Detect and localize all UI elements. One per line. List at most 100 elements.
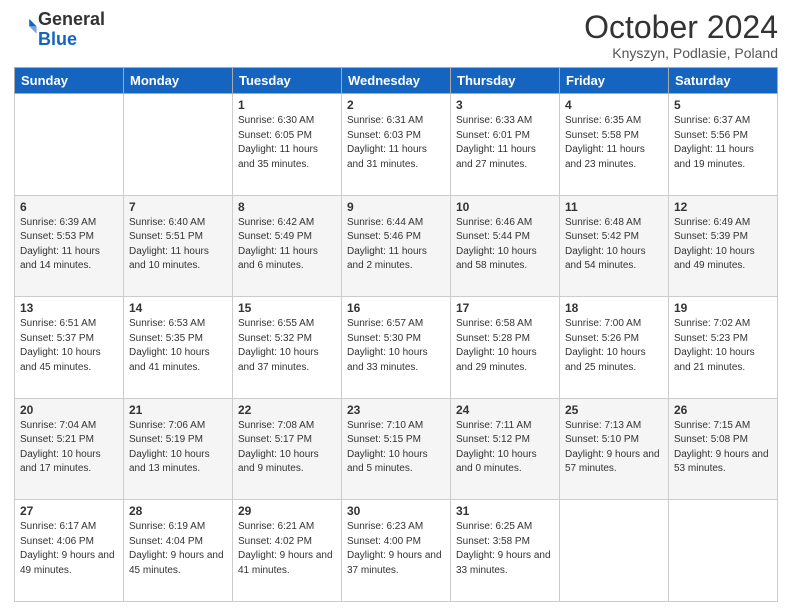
day-number: 16 [347,301,445,315]
calendar-cell [124,94,233,196]
day-info: Sunrise: 6:33 AM Sunset: 6:01 PM Dayligh… [456,114,554,172]
weekday-header-tuesday: Tuesday [233,68,342,94]
weekday-header-saturday: Saturday [669,68,778,94]
calendar-cell: 31 Sunrise: 6:25 AM Sunset: 3:58 PM Dayli… [451,500,560,602]
calendar-cell [560,500,669,602]
calendar-cell: 3 Sunrise: 6:33 AM Sunset: 6:01 PM Daylig… [451,94,560,196]
calendar-cell: 27 Sunrise: 6:17 AM Sunset: 4:06 PM Dayli… [15,500,124,602]
day-number: 27 [20,504,118,518]
calendar-cell: 17Sunrise: 6:58 AM Sunset: 5:28 PM Dayli… [451,297,560,399]
calendar-cell: 24Sunrise: 7:11 AM Sunset: 5:12 PM Dayli… [451,398,560,500]
day-number: 1 [238,98,336,112]
logo-blue: Blue [38,29,77,49]
day-number: 17 [456,301,554,315]
day-number: 29 [238,504,336,518]
day-info: Sunrise: 7:00 AM Sunset: 5:26 PM Dayligh… [565,317,663,375]
day-info: Sunrise: 6:19 AM Sunset: 4:04 PM Dayligh… [129,520,227,578]
day-number: 13 [20,301,118,315]
day-info: Sunrise: 7:10 AM Sunset: 5:15 PM Dayligh… [347,419,445,477]
calendar-cell: 18 Sunrise: 7:00 AM Sunset: 5:26 PM Dayli… [560,297,669,399]
day-info: Sunrise: 6:40 AM Sunset: 5:51 PM Dayligh… [129,216,227,274]
calendar-cell: 1 Sunrise: 6:30 AM Sunset: 6:05 PM Daylig… [233,94,342,196]
day-number: 19 [674,301,772,315]
day-info: Sunrise: 6:37 AM Sunset: 5:56 PM Dayligh… [674,114,772,172]
logo-icon [16,16,38,38]
calendar-cell: 4 Sunrise: 6:35 AM Sunset: 5:58 PM Daylig… [560,94,669,196]
calendar-cell: 14 Sunrise: 6:53 AM Sunset: 5:35 PM Dayli… [124,297,233,399]
day-info: Sunrise: 6:25 AM Sunset: 3:58 PM Dayligh… [456,520,554,578]
day-info: Sunrise: 7:15 AM Sunset: 5:08 PM Dayligh… [674,419,772,477]
day-info: Sunrise: 6:31 AM Sunset: 6:03 PM Dayligh… [347,114,445,172]
day-info: Sunrise: 6:53 AM Sunset: 5:35 PM Dayligh… [129,317,227,375]
day-info: Sunrise: 6:48 AM Sunset: 5:42 PM Dayligh… [565,216,663,274]
day-number: 4 [565,98,663,112]
logo-general: General [38,9,105,29]
day-number: 26 [674,403,772,417]
calendar-cell: 10 Sunrise: 6:46 AM Sunset: 5:44 PM Dayli… [451,195,560,297]
day-info: Sunrise: 6:55 AM Sunset: 5:32 PM Dayligh… [238,317,336,375]
day-info: Sunrise: 6:35 AM Sunset: 5:58 PM Dayligh… [565,114,663,172]
day-number: 24 [456,403,554,417]
calendar-cell: 20Sunrise: 7:04 AM Sunset: 5:21 PM Dayli… [15,398,124,500]
day-info: Sunrise: 7:08 AM Sunset: 5:17 PM Dayligh… [238,419,336,477]
day-info: Sunrise: 6:44 AM Sunset: 5:46 PM Dayligh… [347,216,445,274]
day-number: 30 [347,504,445,518]
calendar-cell: 26 Sunrise: 7:15 AM Sunset: 5:08 PM Dayli… [669,398,778,500]
day-number: 11 [565,200,663,214]
day-info: Sunrise: 6:57 AM Sunset: 5:30 PM Dayligh… [347,317,445,375]
calendar-cell [669,500,778,602]
day-number: 15 [238,301,336,315]
day-number: 10 [456,200,554,214]
calendar-cell: 25 Sunrise: 7:13 AM Sunset: 5:10 PM Dayli… [560,398,669,500]
calendar-cell: 2 Sunrise: 6:31 AM Sunset: 6:03 PM Daylig… [342,94,451,196]
calendar-cell: 13 Sunrise: 6:51 AM Sunset: 5:37 PM Dayli… [15,297,124,399]
calendar-cell: 15 Sunrise: 6:55 AM Sunset: 5:32 PM Dayli… [233,297,342,399]
calendar-cell: 19Sunrise: 7:02 AM Sunset: 5:23 PM Dayli… [669,297,778,399]
day-info: Sunrise: 6:30 AM Sunset: 6:05 PM Dayligh… [238,114,336,172]
day-info: Sunrise: 6:17 AM Sunset: 4:06 PM Dayligh… [20,520,118,578]
calendar-cell: 28 Sunrise: 6:19 AM Sunset: 4:04 PM Dayli… [124,500,233,602]
day-number: 21 [129,403,227,417]
day-number: 5 [674,98,772,112]
day-number: 22 [238,403,336,417]
day-number: 18 [565,301,663,315]
calendar-cell: 11 Sunrise: 6:48 AM Sunset: 5:42 PM Dayli… [560,195,669,297]
day-number: 25 [565,403,663,417]
day-info: Sunrise: 6:46 AM Sunset: 5:44 PM Dayligh… [456,216,554,274]
calendar: SundayMondayTuesdayWednesdayThursdayFrid… [14,67,778,602]
day-number: 28 [129,504,227,518]
day-info: Sunrise: 6:51 AM Sunset: 5:37 PM Dayligh… [20,317,118,375]
weekday-header-wednesday: Wednesday [342,68,451,94]
day-number: 23 [347,403,445,417]
weekday-header-sunday: Sunday [15,68,124,94]
day-info: Sunrise: 6:21 AM Sunset: 4:02 PM Dayligh… [238,520,336,578]
weekday-header-friday: Friday [560,68,669,94]
calendar-cell: 30Sunrise: 6:23 AM Sunset: 4:00 PM Dayli… [342,500,451,602]
day-number: 8 [238,200,336,214]
day-number: 2 [347,98,445,112]
logo: General Blue [14,10,105,50]
calendar-cell: 22 Sunrise: 7:08 AM Sunset: 5:17 PM Dayli… [233,398,342,500]
calendar-cell: 23 Sunrise: 7:10 AM Sunset: 5:15 PM Dayli… [342,398,451,500]
calendar-cell: 5 Sunrise: 6:37 AM Sunset: 5:56 PM Daylig… [669,94,778,196]
calendar-cell: 21Sunrise: 7:06 AM Sunset: 5:19 PM Dayli… [124,398,233,500]
day-number: 31 [456,504,554,518]
day-info: Sunrise: 6:39 AM Sunset: 5:53 PM Dayligh… [20,216,118,274]
day-info: Sunrise: 7:13 AM Sunset: 5:10 PM Dayligh… [565,419,663,477]
month-title: October 2024 [584,10,778,45]
calendar-cell: 9 Sunrise: 6:44 AM Sunset: 5:46 PM Daylig… [342,195,451,297]
day-info: Sunrise: 6:42 AM Sunset: 5:49 PM Dayligh… [238,216,336,274]
calendar-cell: 8 Sunrise: 6:42 AM Sunset: 5:49 PM Daylig… [233,195,342,297]
day-number: 9 [347,200,445,214]
page-header: General Blue October 2024 Knyszyn, Podla… [14,10,778,61]
day-number: 14 [129,301,227,315]
calendar-cell: 6Sunrise: 6:39 AM Sunset: 5:53 PM Daylig… [15,195,124,297]
title-block: October 2024 Knyszyn, Podlasie, Poland [584,10,778,61]
day-info: Sunrise: 6:49 AM Sunset: 5:39 PM Dayligh… [674,216,772,274]
day-number: 3 [456,98,554,112]
weekday-header-monday: Monday [124,68,233,94]
day-info: Sunrise: 7:04 AM Sunset: 5:21 PM Dayligh… [20,419,118,477]
calendar-cell: 16 Sunrise: 6:57 AM Sunset: 5:30 PM Dayli… [342,297,451,399]
calendar-cell: 12Sunrise: 6:49 AM Sunset: 5:39 PM Dayli… [669,195,778,297]
day-number: 7 [129,200,227,214]
